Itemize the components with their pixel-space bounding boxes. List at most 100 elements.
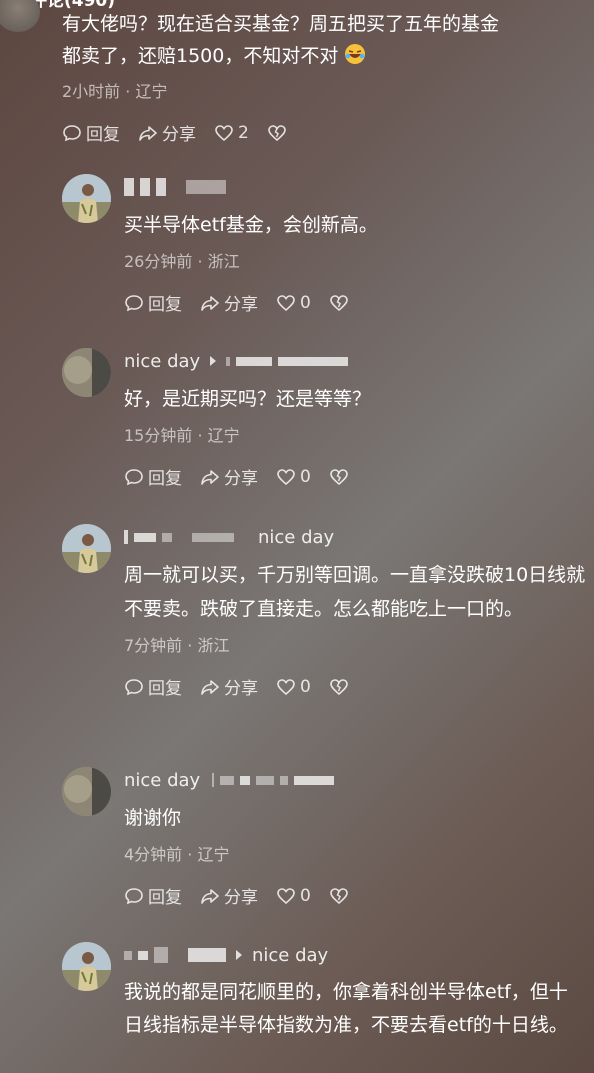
broken-heart-icon [330, 294, 348, 311]
share-button[interactable]: 分享 [200, 464, 258, 489]
reply-text: 我说的都是同花顺里的，你拿着科创半导体etf，但十日线指标是半导体指数为准，不要… [124, 981, 568, 1036]
blurred-name [188, 948, 226, 962]
like-button[interactable]: 2 [214, 123, 249, 143]
reply-author-row[interactable]: nice day [124, 524, 586, 550]
reply-label: 回复 [148, 295, 182, 315]
blurred-name [140, 178, 150, 196]
comment-bubble-icon [125, 887, 143, 904]
blurred-name [154, 947, 168, 963]
like-button[interactable]: 0 [276, 677, 311, 697]
reply-author-row[interactable] [124, 174, 586, 200]
broken-heart-icon [330, 887, 348, 904]
blurred-name [226, 356, 231, 366]
share-label: 分享 [162, 125, 196, 145]
like-button[interactable]: 0 [276, 886, 311, 906]
comment-bubble-icon [125, 468, 143, 485]
reply-label: 回复 [148, 888, 182, 908]
avatar[interactable] [62, 767, 111, 816]
share-label: 分享 [224, 295, 258, 315]
blurred-name [162, 532, 172, 542]
like-button[interactable]: 0 [276, 293, 311, 313]
share-button[interactable]: 分享 [200, 883, 258, 908]
share-label: 分享 [224, 888, 258, 908]
comment-bubble-icon [125, 678, 143, 695]
reply-text: 好，是近期买吗？还是等等？ [124, 388, 372, 410]
reply-item: nice day 谢谢你 4分钟前 · 辽宁 回复 分享 0 [62, 767, 586, 908]
dislike-button[interactable] [329, 886, 353, 906]
dislike-button[interactable] [267, 123, 291, 143]
avatar-photo [62, 524, 111, 573]
like-count: 2 [238, 122, 249, 143]
avatar-photo [62, 942, 111, 991]
share-button[interactable]: 分享 [200, 290, 258, 315]
reply-text: 周一就可以买，千万别等回调。一直拿没跌破10日线就不要卖。跌破了直接走。怎么都能… [124, 564, 586, 620]
reply-label: 回复 [148, 679, 182, 699]
avatar-photo [62, 348, 111, 397]
share-button[interactable]: 分享 [138, 120, 196, 145]
heart-icon [277, 294, 295, 311]
like-count: 0 [300, 676, 311, 697]
broken-heart-icon [268, 124, 286, 141]
blurred-name [124, 530, 128, 544]
avatar[interactable] [62, 174, 111, 223]
reply-item: nice day 好，是近期买吗？还是等等？ 15分钟前 · 辽宁 回复 分享 … [62, 348, 586, 489]
blurred-name [186, 180, 226, 194]
share-label: 分享 [224, 679, 258, 699]
reply-item: 买半导体etf基金，会创新高。 26分钟前 · 浙江 回复 分享 0 [62, 174, 586, 315]
reply-author-row[interactable]: nice day [124, 767, 586, 793]
heart-icon [277, 678, 295, 695]
share-label: 分享 [224, 469, 258, 489]
reply-meta: 7分钟前 · 浙江 [124, 636, 230, 655]
share-arrow-icon [201, 888, 219, 904]
reply-arrow-icon [236, 950, 242, 960]
reply-to-name: nice day [252, 944, 329, 966]
share-arrow-icon [201, 679, 219, 695]
blurred-name [124, 178, 134, 196]
blurred-name [220, 775, 235, 785]
reply-text: 谢谢你 [124, 807, 182, 829]
reply-button[interactable]: 回复 [124, 464, 182, 489]
blurred-name [256, 775, 275, 785]
like-count: 0 [300, 466, 311, 487]
reply-meta: 4分钟前 · 辽宁 [124, 845, 230, 864]
avatar[interactable] [62, 348, 111, 397]
avatar[interactable] [62, 942, 111, 991]
reply-arrow-icon [246, 532, 252, 542]
reply-button[interactable]: 回复 [124, 674, 182, 699]
reply-meta: 15分钟前 · 辽宁 [124, 426, 240, 445]
broken-heart-icon [330, 678, 348, 695]
like-button[interactable]: 0 [276, 467, 311, 487]
reply-item: nice day 周一就可以买，千万别等回调。一直拿没跌破10日线就不要卖。跌破… [62, 524, 586, 699]
dislike-button[interactable] [329, 467, 353, 487]
reply-author-row[interactable]: nice day [124, 942, 586, 968]
blurred-name [240, 775, 251, 785]
laughing-emoji-icon [345, 44, 366, 64]
reply-author-name: nice day [124, 350, 201, 372]
reply-button[interactable]: 回复 [62, 120, 120, 145]
blurred-name [280, 775, 289, 785]
reply-button[interactable]: 回复 [124, 290, 182, 315]
like-count: 0 [300, 885, 311, 906]
reply-meta: 26分钟前 · 浙江 [124, 252, 240, 271]
comment-meta: 2小时前 · 辽宁 [62, 82, 168, 101]
avatar[interactable] [0, 0, 40, 32]
reply-to-name: nice day [258, 526, 335, 548]
blurred-name [294, 775, 335, 785]
dislike-button[interactable] [329, 293, 353, 313]
comment-text-line1: 有大佬吗？现在适合买基金？周五把买了五年的基金 [62, 13, 500, 35]
reply-author-name: nice day [124, 769, 201, 791]
reply-author-row[interactable]: nice day [124, 348, 586, 374]
blurred-name [278, 356, 349, 366]
blurred-name [134, 532, 156, 542]
top-comment: 有大佬吗？现在适合买基金？周五把买了五年的基金 都卖了，还赔1500，不知对不对… [0, 0, 582, 145]
dislike-button[interactable] [329, 677, 353, 697]
comment-bubble-icon [63, 124, 81, 141]
comment-text-line2-text: 都卖了，还赔1500，不知对不对 [62, 45, 339, 67]
blurred-name [138, 950, 148, 960]
reply-button[interactable]: 回复 [124, 883, 182, 908]
share-arrow-icon [201, 295, 219, 311]
avatar[interactable] [62, 524, 111, 573]
share-button[interactable]: 分享 [200, 674, 258, 699]
reply-actions: 回复 分享 0 [124, 674, 586, 699]
heart-icon [215, 124, 233, 141]
